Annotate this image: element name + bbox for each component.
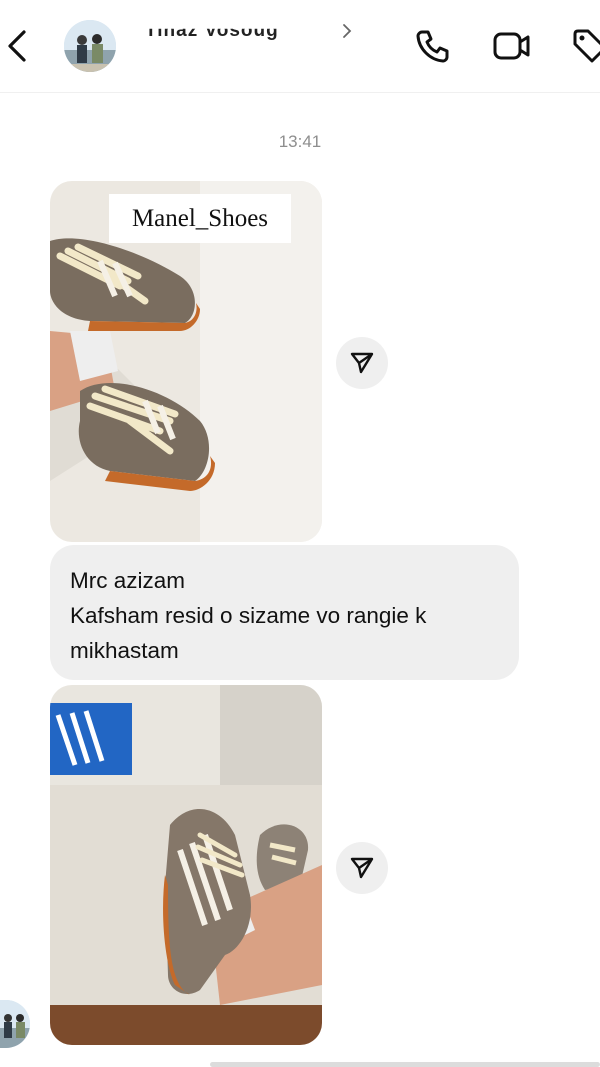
- message-line-2: Kafsham resid o sizame vo rangie k: [70, 603, 427, 628]
- message-line-1: Mrc azizam: [70, 568, 186, 593]
- input-bar-edge: [210, 1062, 600, 1067]
- contact-name[interactable]: Tinaz Vosoug: [145, 29, 335, 42]
- back-arrow-icon: [8, 30, 26, 62]
- chat-header: Tinaz Vosoug: [0, 0, 600, 92]
- back-button[interactable]: [2, 26, 36, 66]
- video-camera-icon: [493, 32, 530, 60]
- contact-avatar-small: [0, 1000, 30, 1048]
- message-bubble[interactable]: Mrc azizam Kafsham resid o sizame vo ran…: [50, 545, 519, 680]
- message-timestamp: 13:41: [278, 132, 322, 151]
- message-line-3: mikhastam: [70, 638, 179, 663]
- phone-icon: [416, 30, 449, 63]
- tag-icon: [573, 29, 600, 63]
- shared-post-image-2[interactable]: [50, 685, 322, 1045]
- audio-call-button[interactable]: [413, 26, 453, 66]
- shared-post-image-1[interactable]: Manel_Shoes: [50, 181, 322, 542]
- tag-button[interactable]: [570, 26, 600, 66]
- video-call-button[interactable]: [492, 26, 532, 66]
- chevron-right-icon[interactable]: [340, 22, 354, 40]
- share-button-1[interactable]: [336, 337, 388, 389]
- sneakers-photo-2: [50, 685, 322, 1045]
- shop-watermark: Manel_Shoes: [109, 194, 291, 243]
- send-icon: [350, 857, 374, 879]
- send-icon: [350, 352, 374, 374]
- share-button-2[interactable]: [336, 842, 388, 894]
- contact-avatar[interactable]: [64, 20, 116, 72]
- header-divider: [0, 92, 600, 93]
